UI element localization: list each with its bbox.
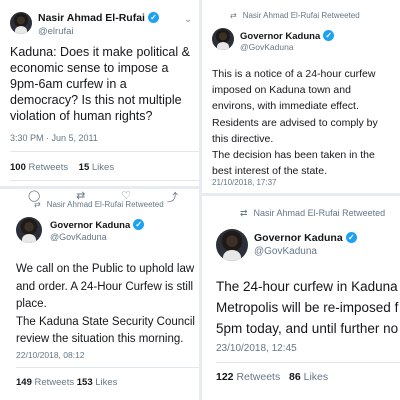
- author-handle[interactable]: @GovKaduna: [240, 42, 294, 52]
- tweet-text: We call on the Public to uphold law and …: [16, 263, 195, 345]
- author-name[interactable]: Nasir Ahmad El-Rufai ✓: [38, 12, 159, 24]
- likes-count[interactable]: 15: [79, 162, 90, 173]
- chevron-down-icon[interactable]: ⌄: [184, 14, 192, 25]
- tweet-timestamp[interactable]: 23/10/2018, 12:45: [216, 343, 297, 354]
- tweet-timestamp[interactable]: 22/10/2018, 08:12: [16, 350, 85, 360]
- share-icon[interactable]: ⤴: [167, 189, 178, 205]
- verified-badge-icon: ✓: [133, 219, 145, 230]
- tweet-text: Kaduna: Does it make political & economi…: [10, 45, 190, 123]
- author-handle[interactable]: @GovKaduna: [254, 246, 317, 257]
- author-handle[interactable]: @GovKaduna: [50, 232, 107, 242]
- retweet-icon: ⇄: [240, 208, 248, 218]
- author-name[interactable]: Governor Kaduna ✓: [50, 219, 145, 231]
- retweet-icon: ⇄: [230, 11, 237, 20]
- likes-label[interactable]: Likes: [304, 371, 329, 383]
- retweets-label[interactable]: Retweets: [29, 162, 69, 173]
- likes-label[interactable]: Likes: [92, 162, 114, 173]
- avatar[interactable]: [16, 217, 42, 243]
- tweet-card-2[interactable]: ⇄ Nasir Ahmad El-Rufai Retweeted Governor…: [202, 0, 400, 193]
- retweet-context: ⇄ Nasir Ahmad El-Rufai Retweeted: [34, 200, 164, 209]
- avatar[interactable]: [216, 229, 248, 261]
- retweet-icon: ⇄: [34, 200, 41, 209]
- verified-badge-icon: ✓: [147, 12, 159, 23]
- retweets-label[interactable]: Retweets: [35, 377, 75, 388]
- separator: [10, 180, 199, 181]
- verified-badge-icon: ✓: [345, 232, 357, 243]
- tweet-stats: 100 Retweets 15 Likes: [10, 162, 114, 173]
- avatar[interactable]: [10, 12, 32, 34]
- separator: [216, 362, 400, 363]
- tweet-text: This is a notice of a 24-hour curfew imp…: [212, 68, 378, 178]
- tweet-stats: 122 Retweets 86 Likes: [216, 371, 328, 383]
- likes-label[interactable]: Likes: [95, 377, 117, 388]
- separator: [10, 151, 199, 152]
- retweets-count[interactable]: 100: [10, 162, 26, 173]
- tweet-timestamp[interactable]: 21/10/2018, 17:37: [212, 178, 277, 187]
- tweet-card-1[interactable]: Nasir Ahmad El-Rufai ✓ @elrufai ⌄ Kaduna:…: [0, 0, 199, 186]
- tweet-card-3[interactable]: ◯ ⇄ ♡ ⤴ ⇄ Nasir Ahmad El-Rufai Retweeted …: [0, 189, 199, 400]
- retweet-context: ⇄ Nasir Ahmad El-Rufai Retweeted: [240, 208, 386, 218]
- retweet-context: ⇄ Nasir Ahmad El-Rufai Retweeted: [230, 11, 360, 20]
- author-name[interactable]: Governor Kaduna ✓: [240, 30, 335, 42]
- retweets-count[interactable]: 122: [216, 371, 234, 383]
- author-handle[interactable]: @elrufai: [38, 26, 74, 37]
- tweet-timestamp[interactable]: 3:30 PM · Jun 5, 2011: [10, 133, 98, 143]
- retweets-label[interactable]: Retweets: [236, 371, 280, 383]
- tweet-stats: 149 Retweets 153 Likes: [16, 377, 117, 388]
- tweet-text: The 24-hour curfew in Kaduna Metropolis …: [216, 279, 399, 336]
- author-name[interactable]: Governor Kaduna ✓: [254, 232, 357, 244]
- verified-badge-icon: ✓: [323, 30, 335, 41]
- separator: [16, 367, 199, 368]
- avatar[interactable]: [212, 28, 234, 50]
- likes-count[interactable]: 153: [77, 377, 93, 388]
- tweet-card-4[interactable]: ⇄ Nasir Ahmad El-Rufai Retweeted Governor…: [202, 196, 400, 400]
- retweets-count[interactable]: 149: [16, 377, 32, 388]
- likes-count[interactable]: 86: [289, 371, 301, 383]
